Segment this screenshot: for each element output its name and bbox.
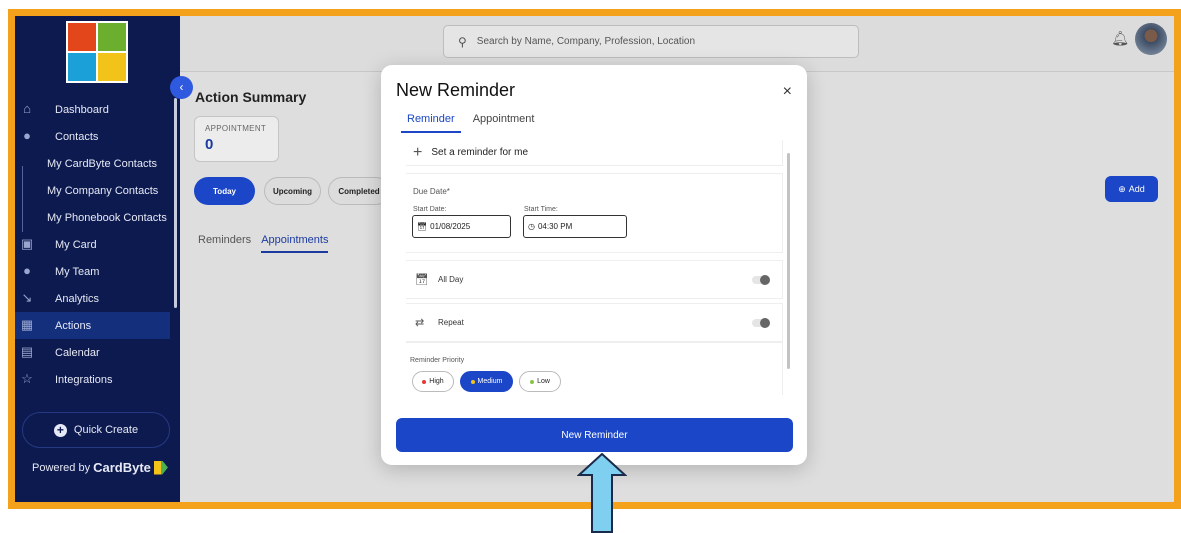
calendar-icon: ▤	[20, 344, 34, 359]
sidebar-item-my-card[interactable]: ▣ My Card	[15, 231, 170, 258]
plus-icon: +	[413, 143, 423, 161]
priority-low-button[interactable]: Low	[519, 371, 561, 392]
repeat-row: ⇄ Repeat	[406, 304, 782, 341]
filter-today-button[interactable]: Today	[194, 177, 255, 205]
sidebar-item-my-phonebook-contacts[interactable]: My Phonebook Contacts	[15, 204, 170, 231]
search-input[interactable]: ⚲ Search by Name, Company, Profession, L…	[443, 25, 859, 58]
appointment-label: APPOINTMENT	[205, 124, 267, 133]
sidebar-item-label: Contacts	[55, 130, 99, 143]
sidebar-item-dashboard[interactable]: ⌂ Dashboard	[15, 96, 170, 123]
sidebar-item-label: My CardByte Contacts	[47, 157, 158, 170]
repeat-icon: ⇄	[415, 317, 425, 329]
quick-create-button[interactable]: + Quick Create	[22, 412, 170, 448]
sidebar-item-actions[interactable]: ▦ Actions	[15, 312, 170, 339]
sidebar-item-label: Integrations	[55, 373, 113, 386]
calendar-icon: 📅︎	[415, 274, 429, 286]
priority-high-button[interactable]: High	[412, 371, 454, 392]
sidebar-item-label: Dashboard	[55, 103, 109, 116]
plus-circle-icon: ⊕	[1118, 183, 1126, 194]
top-bar: ⚲ Search by Name, Company, Profession, L…	[180, 16, 1174, 72]
priority-label: Reminder Priority	[410, 357, 465, 364]
tab-appointments[interactable]: Appointments	[261, 234, 329, 253]
dialog-title: New Reminder	[396, 80, 516, 100]
clock-icon: ◷	[528, 222, 535, 231]
plus-circle-icon: +	[53, 423, 67, 437]
search-placeholder: Search by Name, Company, Profession, Loc…	[476, 36, 696, 47]
plug-icon: ☆	[21, 371, 33, 386]
add-label: Add	[1128, 184, 1145, 194]
home-icon: ⌂	[23, 101, 31, 116]
all-day-toggle[interactable]	[752, 274, 770, 285]
bell-icon[interactable]: 🔔︎	[1111, 30, 1129, 47]
all-day-label: All Day	[438, 275, 464, 284]
brand-name: CardByte	[93, 460, 151, 475]
due-date-section: Due Date* Start Date: 📅︎ 01/08/2025 Star…	[406, 174, 782, 285]
new-reminder-submit-button[interactable]: New Reminder	[396, 418, 793, 452]
sidebar-item-label: My Card	[55, 238, 97, 251]
appointment-summary-card: APPOINTMENT 0	[194, 116, 279, 162]
app-frame: ⌂ Dashboard ● Contacts My CardByte Contacts M…	[8, 9, 1181, 509]
powered-by: Powered by CardByte	[32, 460, 168, 475]
list-tabs: Reminders Appointments	[198, 234, 329, 253]
add-button[interactable]: ⊕ Add	[1105, 176, 1158, 202]
powered-by-text: Powered by	[32, 461, 91, 474]
start-time-field[interactable]: ◷ 04:30 PM	[523, 215, 627, 238]
close-icon[interactable]: ×	[783, 83, 792, 101]
sidebar-item-my-company-contacts[interactable]: My Company Contacts	[15, 177, 170, 204]
start-date-value: 01/08/2025	[430, 222, 471, 231]
search-icon: ⚲	[458, 34, 467, 49]
sidebar-item-calendar[interactable]: ▤ Calendar	[15, 339, 170, 366]
filter-upcoming-button[interactable]: Upcoming	[264, 177, 321, 205]
sidebar: ⌂ Dashboard ● Contacts My CardByte Contacts M…	[15, 16, 180, 502]
repeat-toggle[interactable]	[752, 317, 770, 328]
sidebar-item-my-team[interactable]: ● My Team	[15, 258, 170, 285]
start-date-field[interactable]: 📅︎ 01/08/2025	[412, 215, 511, 238]
sidebar-scrollbar[interactable]	[174, 98, 177, 308]
dialog-scrollbar[interactable]	[787, 153, 790, 369]
actions-icon: ▦	[20, 317, 34, 332]
sidebar-item-label: Calendar	[55, 346, 100, 359]
sidebar-item-analytics[interactable]: ↘ Analytics	[15, 285, 170, 312]
arrow-up-icon	[577, 453, 627, 533]
id-card-icon: ▣	[20, 236, 34, 251]
due-date-label: Due Date*	[413, 187, 450, 196]
sidebar-item-label: My Phonebook Contacts	[47, 211, 167, 224]
company-logo	[66, 21, 128, 83]
dialog-tabs: Reminder Appointment	[401, 113, 535, 133]
new-reminder-dialog: New Reminder × Reminder Appointment + Se…	[381, 65, 807, 465]
calendar-icon: 📅︎	[417, 222, 428, 231]
start-time-value: 04:30 PM	[537, 222, 573, 231]
brand-logo-icon	[153, 460, 168, 475]
sidebar-item-integrations[interactable]: ☆ Integrations	[15, 366, 170, 393]
set-reminder-row[interactable]: + Set a reminder for me	[406, 140, 782, 165]
priority-medium-button[interactable]: Medium	[460, 371, 513, 392]
start-date-label: Start Date:	[413, 206, 447, 213]
start-time-label: Start Time:	[524, 206, 558, 213]
page-title: Action Summary	[195, 89, 307, 105]
priority-section: Reminder Priority High Medium Low	[406, 343, 782, 395]
dialog-form: + Set a reminder for me Due Date* Start …	[406, 140, 784, 395]
avatar[interactable]	[1135, 23, 1167, 55]
sidebar-item-label: My Company Contacts	[47, 184, 159, 197]
quick-create-label: Quick Create	[73, 424, 139, 436]
person-icon: ●	[23, 128, 31, 143]
team-icon: ●	[23, 263, 31, 278]
repeat-label: Repeat	[438, 318, 464, 327]
all-day-row: 📅︎ All Day	[406, 261, 782, 298]
sidebar-item-my-cardbyte-contacts[interactable]: My CardByte Contacts	[15, 150, 170, 177]
tab-reminders[interactable]: Reminders	[198, 234, 251, 253]
appointment-count: 0	[205, 136, 214, 153]
sidebar-item-label: Actions	[55, 319, 92, 332]
tab-reminder[interactable]: Reminder	[401, 113, 461, 133]
chart-icon: ↘	[21, 290, 33, 305]
sidebar-item-label: My Team	[55, 265, 100, 278]
set-reminder-label: Set a reminder for me	[431, 147, 529, 158]
sidebar-item-label: Analytics	[55, 292, 100, 305]
tab-appointment[interactable]: Appointment	[473, 113, 535, 133]
sidebar-item-contacts[interactable]: ● Contacts	[15, 123, 170, 150]
